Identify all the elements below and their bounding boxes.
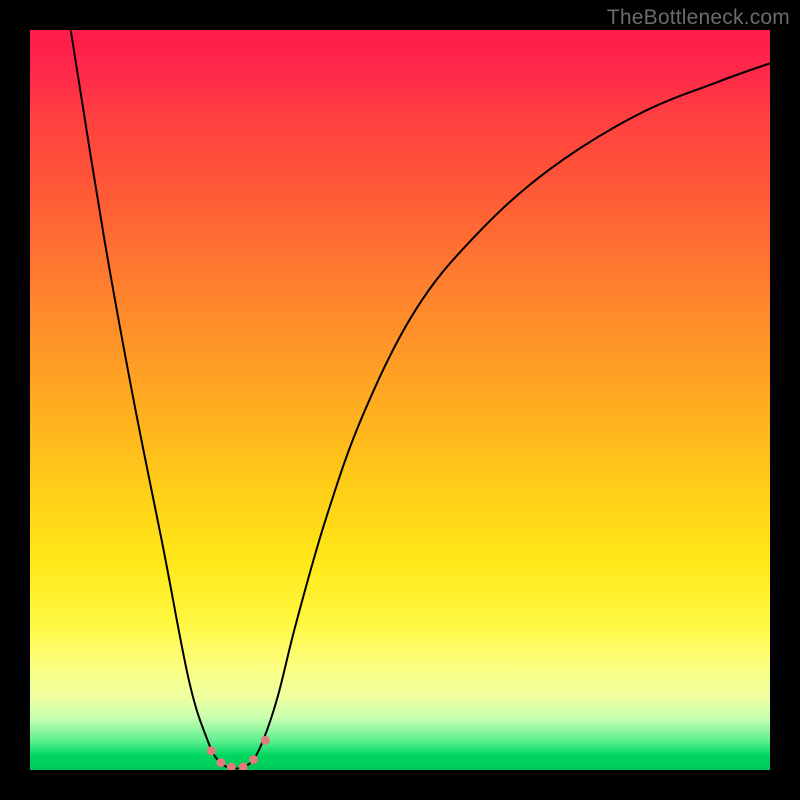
bottleneck-curve bbox=[71, 30, 770, 769]
curve-marker bbox=[207, 746, 216, 755]
curve-layer bbox=[30, 30, 770, 770]
chart-frame: TheBottleneck.com bbox=[0, 0, 800, 800]
plot-area bbox=[30, 30, 770, 770]
curve-marker bbox=[261, 736, 270, 745]
curve-markers bbox=[207, 736, 270, 770]
curve-marker bbox=[249, 755, 258, 764]
watermark-text: TheBottleneck.com bbox=[607, 6, 790, 30]
curve-marker bbox=[239, 763, 248, 771]
curve-marker bbox=[227, 763, 236, 771]
curve-marker bbox=[216, 758, 225, 767]
curve-path bbox=[71, 30, 770, 769]
